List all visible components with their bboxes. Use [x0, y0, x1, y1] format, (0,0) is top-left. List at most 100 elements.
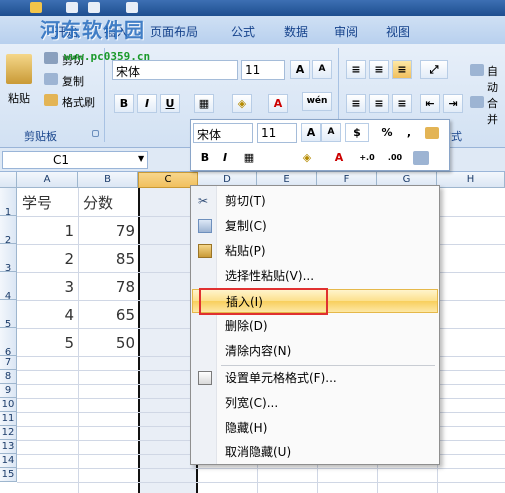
row-header-15[interactable]: 15 [0, 468, 17, 482]
merge-icon[interactable] [470, 96, 484, 108]
cell-b6[interactable]: 50 [79, 334, 135, 352]
selected-column-c[interactable] [138, 188, 198, 493]
font-name-box[interactable]: 宋体 [112, 60, 238, 80]
row-header-4[interactable]: 4 [0, 272, 17, 302]
wrap-text-label[interactable]: 自动 [487, 63, 505, 95]
mini-borders-button[interactable]: ▦ [235, 148, 263, 167]
mini-font-color-button[interactable]: A [327, 148, 351, 167]
bold-button[interactable]: B [114, 94, 134, 113]
menu-item-hide[interactable]: 隐藏(H) [192, 416, 438, 440]
menu-item-paste-special[interactable]: 选择性粘贴(V)... [192, 264, 438, 288]
font-size-box[interactable]: 11 [241, 60, 285, 80]
paste-button-label[interactable]: 粘贴 [8, 90, 30, 106]
merge-label[interactable]: 合并 [487, 95, 505, 127]
row-header-3[interactable]: 3 [0, 244, 17, 274]
align-top-button[interactable]: ≡ [346, 60, 366, 79]
column-header-a[interactable]: A [17, 172, 78, 188]
row-header-9[interactable]: 9 [0, 384, 17, 398]
cell-a1[interactable]: 学号 [22, 192, 52, 213]
row-header-12[interactable]: 12 [0, 426, 17, 440]
row-header-10[interactable]: 10 [0, 398, 17, 412]
row-header-5[interactable]: 5 [0, 300, 17, 330]
select-all-corner[interactable] [0, 172, 17, 188]
tab-data[interactable]: 数据 [284, 23, 308, 40]
underline-button[interactable]: U [160, 94, 180, 113]
format-painter-icon[interactable] [44, 94, 58, 106]
increase-indent-button[interactable]: ⇥ [443, 94, 463, 113]
row-header-1[interactable]: 1 [0, 188, 17, 218]
mini-grow-font-button[interactable]: A [301, 123, 321, 142]
menu-item-format-cells[interactable]: 设置单元格格式(F)... [192, 366, 438, 390]
comma-button[interactable]: , [399, 123, 419, 142]
cell-a4[interactable]: 3 [18, 278, 74, 296]
save-icon[interactable] [66, 2, 78, 13]
cell-b4[interactable]: 78 [79, 278, 135, 296]
mini-italic-button[interactable]: I [215, 148, 235, 167]
font-color-button[interactable]: A [268, 94, 288, 113]
fill-color-button[interactable]: ◈ [232, 94, 252, 113]
row-header-11[interactable]: 11 [0, 412, 17, 426]
cell-b2[interactable]: 79 [79, 222, 135, 240]
align-center-button[interactable]: ≡ [369, 94, 389, 113]
orientation-button[interactable]: ⤢ [420, 60, 448, 79]
menu-item-column-width[interactable]: 列宽(C)... [192, 391, 438, 415]
cell-a6[interactable]: 5 [18, 334, 74, 352]
menu-item-cut[interactable]: ✂ 剪切(T) [192, 189, 438, 213]
mini-fill-color-button[interactable]: ◈ [293, 148, 321, 167]
menu-item-clear-contents[interactable]: 清除内容(N) [192, 339, 438, 363]
mini-shrink-font-button[interactable]: A [321, 123, 341, 142]
align-middle-button[interactable]: ≡ [369, 60, 389, 79]
office-button-icon[interactable] [30, 2, 42, 13]
tab-review[interactable]: 审阅 [334, 23, 358, 40]
column-header-h[interactable]: H [437, 172, 505, 188]
shrink-font-button[interactable]: A [312, 60, 332, 79]
undo-icon[interactable] [88, 2, 100, 13]
cut-icon[interactable] [44, 52, 58, 64]
percent-button[interactable]: % [377, 123, 397, 142]
cell-a2[interactable]: 1 [18, 222, 74, 240]
row-header-8[interactable]: 8 [0, 370, 17, 384]
align-left-button[interactable]: ≡ [346, 94, 366, 113]
row-header-13[interactable]: 13 [0, 440, 17, 454]
dialog-launcher-icon[interactable] [92, 130, 99, 137]
copy-button-label[interactable]: 复制 [62, 73, 84, 89]
menu-item-unhide[interactable]: 取消隐藏(U) [192, 440, 438, 464]
menu-item-delete[interactable]: 删除(D) [192, 314, 438, 338]
paste-icon[interactable] [6, 54, 32, 84]
mini-font-name-box[interactable]: 宋体 [193, 123, 253, 143]
borders-button[interactable]: ▦ [194, 94, 214, 113]
column-header-c[interactable]: C [138, 172, 198, 188]
copy-icon[interactable] [44, 73, 58, 85]
row-header-6[interactable]: 6 [0, 328, 17, 358]
mini-bold-button[interactable]: B [195, 148, 215, 167]
align-bottom-button[interactable]: ≡ [392, 60, 412, 79]
row-header-2[interactable]: 2 [0, 216, 17, 246]
cell-b5[interactable]: 65 [79, 306, 135, 324]
accounting-format-button[interactable]: $ [345, 123, 369, 142]
tab-formulas[interactable]: 公式 [231, 23, 255, 40]
cell-a3[interactable]: 2 [18, 250, 74, 268]
format-painter-label[interactable]: 格式刷 [62, 94, 95, 110]
menu-item-copy[interactable]: 复制(C) [192, 214, 438, 238]
tab-page-layout[interactable]: 页面布局 [150, 23, 198, 40]
grow-font-button[interactable]: A [290, 60, 310, 79]
redo-icon[interactable] [126, 2, 138, 13]
phonetic-button[interactable]: wén [302, 92, 332, 111]
name-box[interactable]: C1 [2, 151, 148, 169]
cell-b3[interactable]: 85 [79, 250, 135, 268]
row-header-7[interactable]: 7 [0, 356, 17, 370]
column-header-b[interactable]: B [78, 172, 138, 188]
merge-center-icon[interactable] [413, 151, 429, 165]
wrap-text-icon[interactable] [470, 64, 484, 76]
row-header-14[interactable]: 14 [0, 454, 17, 468]
align-right-button[interactable]: ≡ [392, 94, 412, 113]
increase-decimal-button[interactable]: +.0 [355, 148, 379, 167]
menu-item-paste[interactable]: 粘贴(P) [192, 239, 438, 263]
italic-button[interactable]: I [137, 94, 157, 113]
decrease-indent-button[interactable]: ⇤ [420, 94, 440, 113]
format-painter-icon[interactable] [425, 127, 439, 139]
cell-b1[interactable]: 分数 [83, 192, 113, 213]
cell-a5[interactable]: 4 [18, 306, 74, 324]
decrease-decimal-button[interactable]: .00 [383, 148, 407, 167]
tab-view[interactable]: 视图 [386, 23, 410, 40]
